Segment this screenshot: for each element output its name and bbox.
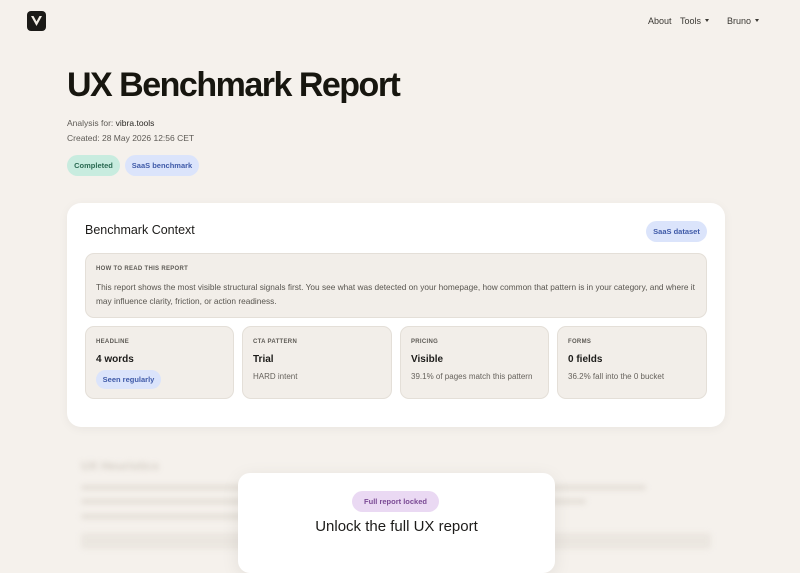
metric-value: 4 words: [96, 354, 134, 365]
locked-badge: Full report locked: [352, 491, 439, 512]
metric-label: HEADLINE: [96, 339, 130, 345]
metric-value: Visible: [411, 354, 444, 365]
metric-note: 36.2% fall into the 0 bucket: [568, 372, 665, 381]
how-to-read-box: HOW TO READ THIS REPORT This report show…: [85, 253, 707, 318]
how-to-read-heading: HOW TO READ THIS REPORT: [96, 266, 189, 272]
blurred-section-title: UX Heuristics: [81, 459, 160, 473]
metric-value: 0 fields: [568, 354, 603, 365]
metric-pricing: PRICING Visible 39.1% of pages match thi…: [400, 326, 549, 399]
category-badge: SaaS benchmark: [125, 155, 199, 176]
analysis-site: vibra.tools: [115, 118, 155, 128]
nav-about-link[interactable]: About: [648, 16, 672, 26]
how-to-read-text: This report shows the most visible struc…: [96, 282, 695, 306]
metric-forms: FORMS 0 fields 36.2% fall into the 0 buc…: [557, 326, 707, 399]
created-date: Created: 28 May 2026 12:56 CET: [67, 133, 195, 143]
card-title: Benchmark Context: [85, 223, 195, 237]
analysis-label: Analysis for:: [67, 118, 114, 128]
dataset-badge: SaaS dataset: [646, 221, 707, 242]
analysis-target: Analysis for: vibra.tools: [67, 118, 154, 128]
logo-v-icon: [31, 16, 42, 26]
metric-note: 39.1% of pages match this pattern: [411, 372, 533, 381]
metric-note: HARD intent: [253, 372, 298, 381]
nav-user-menu[interactable]: Bruno: [727, 16, 760, 26]
nav-tools-menu[interactable]: Tools: [680, 16, 710, 26]
logo[interactable]: [27, 11, 46, 31]
unlock-report-card: Full report locked Unlock the full UX re…: [238, 473, 555, 573]
nav-user-label: Bruno: [727, 16, 752, 26]
metric-label: CTA PATTERN: [253, 339, 298, 345]
metric-label: PRICING: [411, 339, 439, 345]
page-title: UX Benchmark Report: [67, 66, 401, 104]
chevron-down-icon: [705, 19, 710, 22]
unlock-title: Unlock the full UX report: [315, 518, 478, 535]
metric-badge: Seen regularly: [96, 370, 161, 389]
benchmark-context-card: Benchmark Context SaaS dataset HOW TO RE…: [67, 203, 725, 427]
metric-cta-pattern: CTA PATTERN Trial HARD intent: [242, 326, 392, 399]
chevron-down-icon: [755, 19, 760, 22]
status-badge-completed: Completed: [67, 155, 120, 176]
metric-headline: HEADLINE 4 words Seen regularly: [85, 326, 234, 399]
metric-label: FORMS: [568, 339, 592, 345]
metric-value: Trial: [253, 354, 274, 365]
nav-tools-label: Tools: [680, 16, 702, 26]
top-navigation: About Tools Bruno: [0, 0, 800, 44]
